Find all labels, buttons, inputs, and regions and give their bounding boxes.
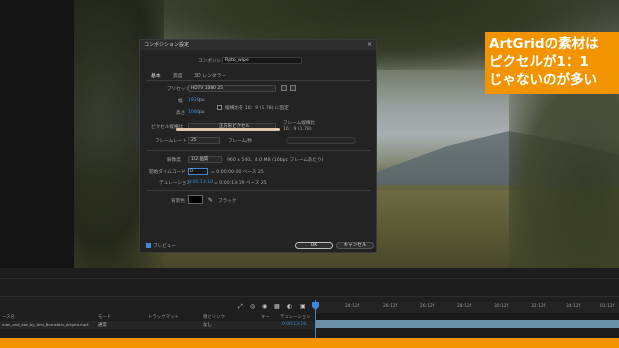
preset-label: プリセット: [167, 87, 190, 92]
delete-preset-icon[interactable]: [290, 85, 296, 91]
duration-note: = 0:00:13:19 ベース 25: [214, 181, 267, 186]
start-tc-input[interactable]: 0: [188, 168, 208, 175]
layer-row-empty: [0, 329, 315, 338]
frame-rate-select[interactable]: 25: [188, 137, 220, 144]
header-trkmat: トラックマット: [148, 315, 179, 320]
caption-line-2: ピクセルが1：1: [489, 54, 589, 70]
duration-value[interactable]: 0:00:13:19: [188, 180, 213, 185]
resolution-value: 1/2 画質: [191, 157, 209, 162]
tick-label: 24:12f: [345, 304, 360, 309]
tab-3d-renderer[interactable]: 3D レンダラー: [194, 72, 226, 79]
bottom-accent-bar: [0, 338, 619, 348]
duration-label: デュレーション: [159, 181, 191, 186]
drop-frame-select: [286, 137, 356, 144]
draft-3d-icon[interactable]: ▣: [300, 303, 306, 310]
motion-blur-icon[interactable]: ◉: [262, 303, 267, 310]
brainstorm-icon[interactable]: ◐: [287, 303, 292, 310]
comp-name-value: Rpto_wipe: [225, 58, 249, 63]
ok-button[interactable]: OK: [295, 242, 333, 249]
start-tc-note: = 0:00:00:00 ベース 25: [211, 170, 264, 175]
cancel-button[interactable]: キャンセル: [336, 242, 374, 249]
height-value[interactable]: 1080: [188, 110, 200, 115]
width-value[interactable]: 1920: [188, 98, 200, 103]
start-tc-label: 開始タイムコード: [149, 170, 186, 175]
width-label: 幅: [178, 99, 183, 104]
track-empty: [316, 328, 619, 338]
frame-rate-value: 25: [191, 138, 197, 143]
preset-value: HDTV 1080 25: [191, 86, 223, 91]
frame-rate-label: フレームレート: [155, 139, 188, 144]
resolution-note: 960 x 540、4.0 MB (16bpc フレームあたり): [227, 158, 324, 163]
layer-column-headers: ース名 モード トラックマット 親とリンク キー デュレーション: [0, 313, 315, 321]
eyedropper-icon[interactable]: ✎: [208, 197, 213, 204]
start-tc-value: 0: [190, 169, 193, 174]
height-unit: px: [199, 110, 205, 115]
bg-color-swatch[interactable]: [188, 195, 203, 204]
viewer-divider: [0, 278, 619, 279]
tick-label: 32:12f: [531, 304, 546, 309]
lock-aspect-label: 縦横比を 16：9 (1.78) に固定: [225, 106, 289, 111]
close-icon[interactable]: ×: [367, 40, 372, 50]
graph-editor-icon[interactable]: ▦: [274, 303, 280, 310]
tick-label: 01:12f: [600, 304, 615, 309]
frame-rate-unit: フレーム/秒: [228, 139, 253, 144]
tick-label: 34:12f: [566, 304, 581, 309]
comp-name-input[interactable]: Rpto_wipe: [222, 57, 302, 64]
shy-icon[interactable]: ⤢: [238, 303, 243, 311]
tick-label: 28:12f: [383, 304, 398, 309]
after-effects-window: ArtGridの素材は ピクセルが1：1 じゃないのが多い コンポジション設定 …: [0, 0, 619, 348]
project-panel-edge: [0, 0, 74, 268]
header-mode: モード: [98, 315, 112, 320]
layer-row[interactable]: man_and_aoc_by_Ami_Bornstein_Artgrid.mp4…: [0, 321, 315, 329]
resolution-select[interactable]: 1/2 画質: [188, 156, 222, 163]
layer-name[interactable]: man_and_aoc_by_Ami_Bornstein_Artgrid.mp4: [2, 322, 89, 327]
frame-blend-icon[interactable]: ◎: [250, 303, 255, 310]
width-unit: px: [199, 98, 205, 103]
tick-label: 28:12f: [457, 304, 472, 309]
layer-parent[interactable]: なし: [203, 322, 212, 328]
header-duration: デュレーション: [280, 315, 311, 320]
header-source: ース名: [2, 315, 15, 320]
header-key: キー: [261, 315, 270, 320]
tick-label: 30:12f: [494, 304, 509, 309]
bg-color-label: 背景色: [171, 199, 185, 204]
layer-duration-bar[interactable]: [316, 320, 619, 328]
composition-settings-dialog: コンポジション設定 × コンポジション名 Rpto_wipe 基本 高度 3D …: [139, 39, 377, 253]
resolution-label: 解像度: [167, 158, 181, 163]
preview-checkbox[interactable]: [146, 243, 151, 248]
tab-advanced[interactable]: 高度: [173, 72, 183, 79]
section-divider-2: [146, 190, 371, 191]
layer-mode[interactable]: 通常: [98, 322, 107, 328]
preset-select[interactable]: HDTV 1080 25: [188, 85, 276, 92]
lock-aspect-checkbox[interactable]: [217, 105, 222, 110]
bg-color-name: ブラック: [218, 199, 237, 204]
caption-overlay: ArtGridの素材は ピクセルが1：1 じゃないのが多い: [485, 32, 619, 94]
save-preset-icon[interactable]: [281, 85, 287, 91]
tab-basic[interactable]: 基本: [151, 72, 161, 79]
pixel-aspect-highlight: [176, 128, 280, 131]
section-divider: [146, 150, 371, 151]
caption-line-1: ArtGridの素材は: [489, 36, 599, 52]
tick-label: 26:12f: [420, 304, 435, 309]
dialog-title: コンポジション設定: [140, 40, 376, 50]
preview-label: プレビュー: [153, 244, 176, 249]
header-parent: 親とリンク: [203, 315, 225, 320]
height-label: 高さ: [176, 111, 186, 116]
frame-aspect-value: 16：9 (1.78): [283, 127, 312, 132]
layer-duration[interactable]: 0:00:13:19: [282, 322, 306, 327]
viewer-control-bar: [0, 268, 619, 296]
tab-divider: [146, 80, 371, 81]
caption-line-3: じゃないのが多い: [489, 72, 597, 88]
